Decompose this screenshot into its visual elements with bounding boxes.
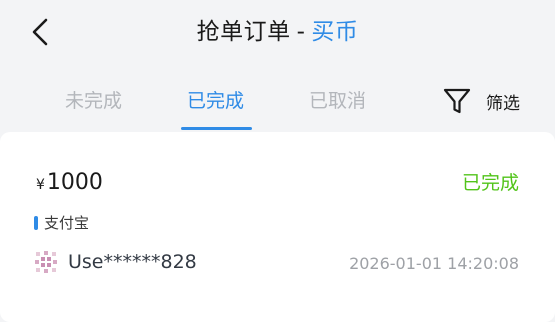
header-bar: 抢单订单 - 买币 [0, 0, 555, 64]
status-badge: 已完成 [461, 172, 519, 194]
user-info: Use******828 [34, 250, 197, 274]
status-tabs: 未完成 已完成 已取消 筛选 [0, 64, 555, 132]
payment-method-label: 支付宝 [44, 214, 90, 232]
order-amount: ¥ 1000 [36, 170, 103, 195]
tab-incomplete[interactable]: 未完成 [65, 88, 122, 114]
funnel-icon [443, 88, 471, 114]
filter-label: 筛选 [486, 93, 520, 114]
tab-cancelled[interactable]: 已取消 [309, 88, 366, 114]
avatar-pattern-icon [35, 251, 57, 273]
username: Use******828 [68, 251, 197, 273]
payment-method: 支付宝 [34, 212, 89, 233]
title-main: 抢单订单 [196, 19, 291, 45]
amount-value: 1000 [46, 170, 103, 195]
active-tab-indicator [181, 127, 252, 130]
page-title: 抢单订单 - 买币 [0, 16, 555, 48]
title-separator: - [296, 19, 306, 45]
order-card[interactable]: ¥ 1000 已完成 支付宝 Use******828 2026-01-01 1… [0, 132, 555, 322]
payment-marker [34, 215, 38, 230]
currency-symbol: ¥ [36, 177, 45, 193]
order-timestamp: 2026-01-01 14:20:08 [349, 254, 519, 273]
tab-completed[interactable]: 已完成 [187, 88, 244, 114]
title-accent: 买币 [311, 19, 359, 45]
filter-button[interactable]: 筛选 [442, 84, 520, 118]
